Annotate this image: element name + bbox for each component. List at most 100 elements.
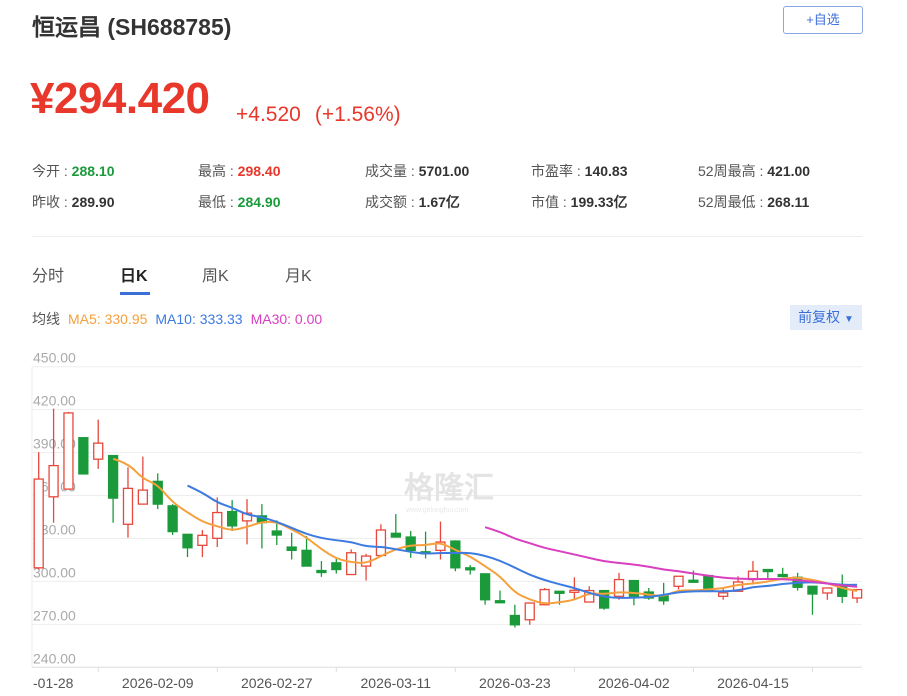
candle-body	[316, 569, 327, 574]
candle	[822, 587, 833, 600]
watermark-url: www.gelonghui.com	[405, 507, 468, 514]
candle	[375, 524, 387, 557]
stat-item: 市值 : 199.33亿	[531, 192, 628, 212]
candle	[212, 497, 223, 548]
candle-body	[465, 567, 476, 571]
ma-legend: 均线 MA5: 330.95 MA10: 333.33 MA30: 0.00	[32, 309, 330, 329]
candle-body	[167, 505, 178, 533]
candle-body	[182, 533, 193, 549]
candle	[807, 585, 818, 615]
candle	[494, 590, 506, 604]
stock-title: 恒运昌 (SH688785)	[32, 14, 232, 40]
candle-body	[107, 454, 119, 499]
candle-body	[346, 552, 357, 576]
stat-value: 268.11	[767, 194, 810, 210]
candle	[613, 572, 625, 600]
x-tick-label: 2026-03-11	[361, 675, 432, 691]
stat-value: 288.10	[71, 163, 115, 179]
candle	[33, 452, 44, 570]
candle-body	[48, 464, 59, 498]
candle-body	[226, 510, 238, 527]
stat-label: 52周最低 :	[698, 194, 768, 210]
change-amount: +4.520	[236, 103, 301, 126]
candle-body	[688, 579, 699, 583]
candle-body	[405, 536, 416, 552]
candle-body	[286, 546, 297, 552]
candle	[63, 411, 74, 490]
tab-intraday[interactable]: 分时	[32, 262, 64, 286]
tab-daily-k[interactable]: 日K	[120, 262, 148, 286]
stat-value: 289.90	[71, 194, 115, 210]
candle	[777, 567, 788, 578]
stat-value: 5701.00	[418, 163, 470, 179]
candle-body	[554, 590, 565, 594]
candle	[405, 531, 416, 558]
stat-label: 市盈率 :	[531, 163, 585, 179]
candle	[479, 573, 491, 605]
add-to-watchlist-button[interactable]: +自选	[783, 6, 863, 34]
price-change: +4.520 (+1.56%)	[236, 103, 401, 127]
candle	[122, 467, 134, 538]
candle	[93, 419, 104, 469]
candle-body	[494, 600, 506, 604]
y-tick-label: 420.00	[33, 393, 76, 409]
candle	[78, 437, 89, 475]
tab-weekly-k[interactable]: 周K	[202, 262, 229, 286]
divider	[32, 236, 862, 237]
x-tick-label: 2026-02-09	[122, 675, 194, 691]
candle-body	[271, 530, 282, 536]
candle-body	[673, 575, 684, 587]
stat-item: 昨收 : 289.90	[32, 192, 115, 212]
candle	[851, 588, 863, 604]
x-tick-label: -01-28	[33, 675, 74, 691]
candle-body	[524, 602, 535, 621]
candle	[316, 561, 327, 577]
stat-item: 市盈率 : 140.83	[531, 161, 628, 181]
stat-value: 199.33亿	[570, 194, 628, 210]
x-tick-label: 2026-04-02	[598, 675, 670, 691]
candle	[167, 504, 178, 536]
caret-down-icon: ▼	[843, 314, 854, 325]
candle	[673, 575, 684, 590]
current-price: ¥294.420	[30, 74, 210, 123]
candle	[182, 533, 193, 558]
ma10-value: MA10: 333.33	[155, 311, 243, 327]
candle	[226, 500, 238, 532]
stat-label: 成交额 :	[365, 194, 419, 210]
candle	[450, 540, 461, 572]
stat-label: 今开 :	[32, 163, 72, 179]
candle-body	[807, 585, 818, 595]
x-tick-label: 2026-04-15	[717, 675, 789, 691]
x-tick-label: 2026-03-23	[479, 675, 551, 691]
price-adjust-dropdown[interactable]: 前复权 ▼	[790, 305, 862, 330]
adjust-label: 前复权	[798, 309, 841, 325]
y-tick-label: 240.00	[33, 650, 76, 666]
candle-body	[375, 529, 387, 557]
candle	[286, 532, 297, 560]
candle	[48, 408, 59, 523]
stat-value: 421.00	[767, 163, 811, 179]
watermark: 格隆汇	[404, 472, 494, 505]
stat-label: 成交量 :	[365, 163, 419, 179]
stat-label: 最高 :	[198, 163, 238, 179]
candle	[152, 473, 163, 510]
candle	[390, 514, 401, 538]
candle-body	[33, 478, 44, 569]
ma-label: 均线	[32, 311, 60, 327]
candle	[256, 504, 268, 549]
candle	[107, 454, 119, 523]
candle-body	[762, 568, 773, 573]
candle	[718, 587, 729, 600]
candle	[792, 572, 803, 591]
candle-body	[450, 540, 461, 569]
ma5-value: MA5: 330.95	[68, 311, 148, 327]
candlestick-chart[interactable]: 450.00420.00390.00360.00330.00300.00270.…	[0, 340, 907, 696]
tab-monthly-k[interactable]: 月K	[285, 262, 312, 286]
stat-label: 52周最高 :	[698, 163, 768, 179]
candle-body	[569, 589, 580, 593]
candle-body	[197, 534, 208, 546]
y-tick-label: 270.00	[33, 607, 76, 623]
candle-body	[613, 578, 625, 597]
candle-body	[137, 489, 149, 505]
candle	[509, 604, 521, 628]
